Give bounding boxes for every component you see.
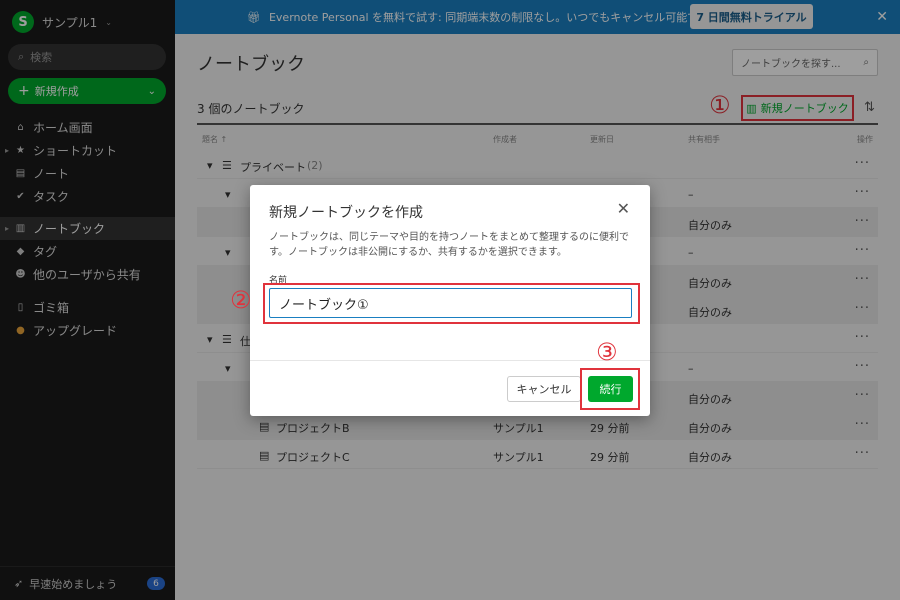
annotation-marker-3: ③: [596, 338, 618, 366]
close-icon[interactable]: ✕: [617, 199, 630, 218]
notebook-name-input[interactable]: [269, 288, 632, 318]
cancel-button[interactable]: キャンセル: [507, 376, 581, 402]
dialog-description: ノートブックは、同じテーマや目的を持つノートをまとめて整理するのに便利です。ノー…: [269, 232, 629, 258]
continue-button[interactable]: 続行: [588, 376, 633, 402]
dialog-title: 新規ノートブックを作成: [269, 205, 423, 221]
dialog-divider: [250, 360, 650, 361]
annotation-marker-2: ②: [230, 286, 252, 314]
create-notebook-dialog: 新規ノートブックを作成 ✕ ノートブックは、同じテーマや目的を持つノートをまとめ…: [250, 185, 650, 416]
